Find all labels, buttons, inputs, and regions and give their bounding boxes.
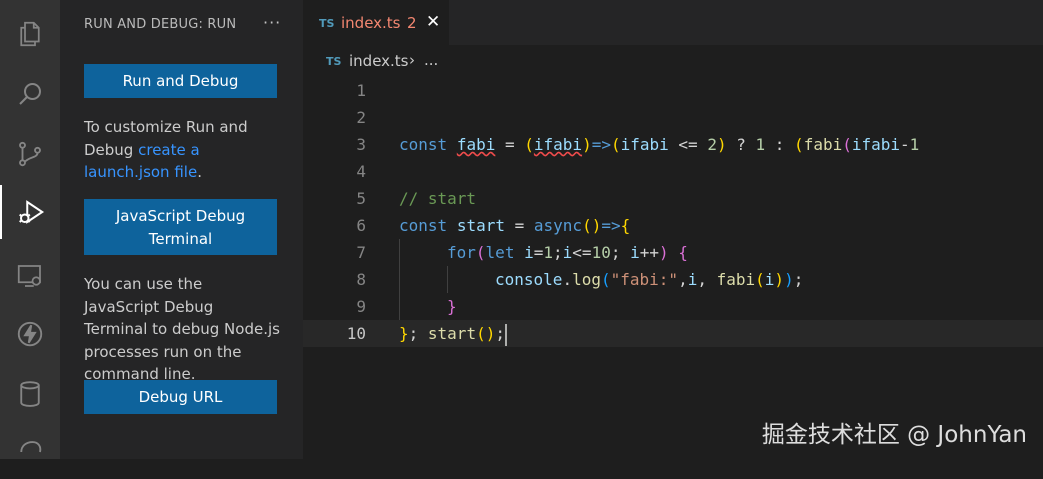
- tab-label: index.ts: [341, 14, 401, 32]
- line-number: 5: [356, 189, 366, 208]
- elephant-icon[interactable]: [0, 425, 60, 479]
- line-number: 2: [356, 108, 366, 127]
- problems-count-badge: 2: [407, 14, 417, 32]
- activity-bar: [0, 0, 60, 459]
- javascript-debug-terminal-button[interactable]: JavaScript Debug Terminal: [84, 199, 277, 255]
- code-text: }; start();: [399, 320, 507, 347]
- close-icon[interactable]: ✕: [426, 12, 440, 32]
- line-number: 4: [356, 162, 366, 181]
- code-comment: // start: [399, 189, 477, 208]
- line-number: 6: [356, 216, 366, 235]
- watermark: 掘金技术社区 @ JohnYan: [761, 422, 1027, 448]
- sidebar-title: RUN AND DEBUG: RUN: [84, 17, 237, 32]
- line-number: 7: [356, 243, 366, 262]
- breadcrumb-file[interactable]: index.ts: [349, 52, 409, 70]
- debug-url-button[interactable]: Debug URL: [84, 380, 277, 414]
- customize-description: To customize Run and Debug create a laun…: [84, 118, 248, 181]
- code-text: const fabi = (ifabi)=>(ifabi <= 2) ? 1 :…: [399, 135, 920, 154]
- code-text: for(let i=1;i<=10; i++) {: [447, 243, 688, 262]
- code-line-8: 8 console.log("fabi:",i, fabi(i));: [303, 266, 1043, 293]
- database-icon[interactable]: [0, 367, 60, 421]
- breadcrumb-symbols[interactable]: ...: [424, 51, 438, 69]
- breadcrumb: TS index.ts › ...: [303, 45, 1043, 77]
- run-and-debug-button[interactable]: Run and Debug: [84, 64, 277, 98]
- code-line-6: 6 const start = async()=>{: [303, 212, 1043, 239]
- code-line-4: 4: [303, 158, 1043, 185]
- line-number: 10: [346, 324, 366, 343]
- search-icon[interactable]: [0, 67, 60, 121]
- code-line-5: 5 // start: [303, 185, 1043, 212]
- terminal-description: You can use the JavaScript Debug Termina…: [84, 275, 280, 383]
- line-number: 1: [356, 81, 366, 100]
- more-actions-icon[interactable]: ···: [263, 13, 281, 32]
- code-line-7: 7 for(let i=1;i<=10; i++) {: [303, 239, 1043, 266]
- tab-bar: TS index.ts 2 ✕: [303, 0, 1043, 45]
- code-line-1: 1: [303, 77, 1043, 104]
- code-line-2: 2: [303, 104, 1043, 131]
- text-cursor: [504, 323, 507, 346]
- code-text: console.log("fabi:",i, fabi(i));: [495, 270, 804, 289]
- lightning-icon[interactable]: [0, 307, 60, 361]
- line-number: 8: [356, 270, 366, 289]
- files-icon[interactable]: [0, 7, 60, 61]
- source-control-icon[interactable]: [0, 127, 60, 181]
- typescript-icon: TS: [319, 17, 335, 30]
- chevron-right-icon: ›: [409, 51, 415, 69]
- run-debug-icon[interactable]: [0, 185, 60, 239]
- line-number: 9: [356, 297, 366, 316]
- code-text: const start = async()=>{: [399, 216, 631, 235]
- run-debug-sidebar: RUN AND DEBUG: RUN ··· Run and Debug To …: [60, 0, 303, 459]
- code-line-3: 3 const fabi = (ifabi)=>(ifabi <= 2) ? 1…: [303, 131, 1043, 158]
- remote-explorer-icon[interactable]: [0, 249, 60, 303]
- line-number: 3: [356, 135, 366, 154]
- typescript-icon: TS: [326, 55, 342, 68]
- code-line-9: 9 }: [303, 293, 1043, 320]
- code-editor[interactable]: 1 2 3 const fabi = (ifabi)=>(ifabi <= 2)…: [303, 77, 1043, 459]
- code-line-10: 10 }; start();: [303, 320, 1043, 347]
- code-text: }: [447, 297, 457, 316]
- tab-index-ts[interactable]: TS index.ts 2 ✕: [303, 0, 449, 45]
